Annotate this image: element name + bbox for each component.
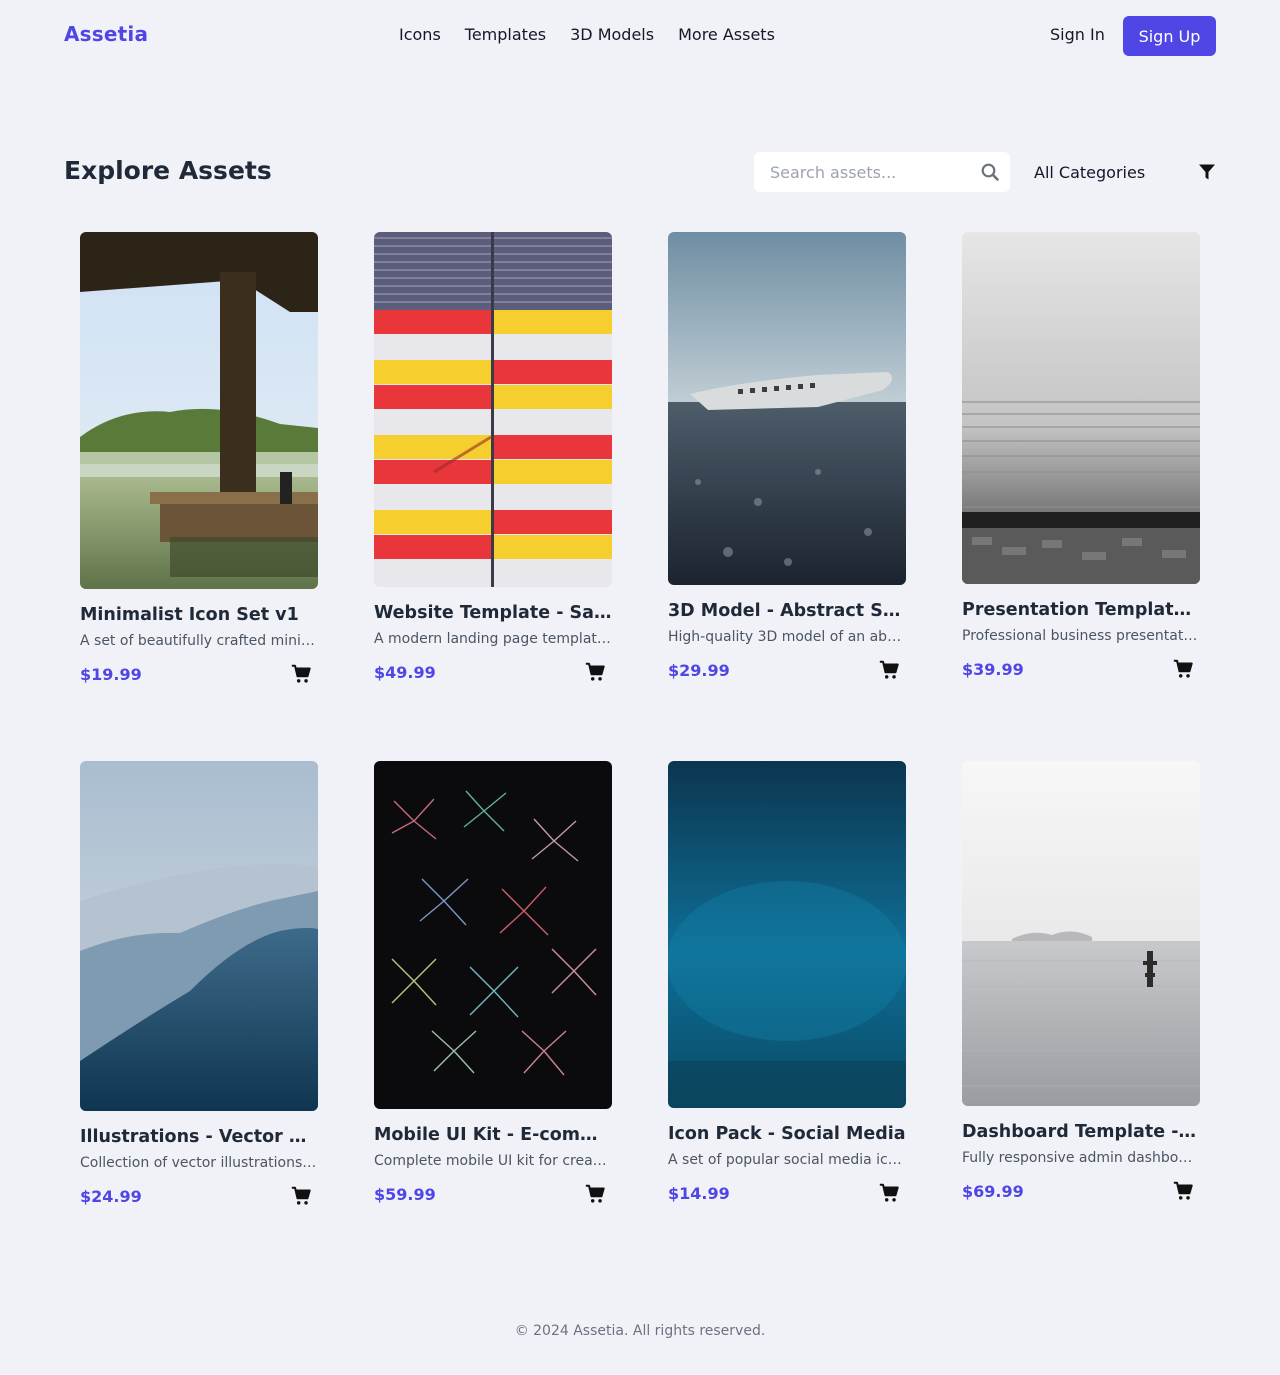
asset-image[interactable] [668,232,906,585]
asset-title[interactable]: Icon Pack - Social Media [668,1124,906,1144]
asset-image[interactable] [962,232,1200,584]
asset-title[interactable]: 3D Model - Abstract Sculpture [668,601,906,621]
asset-image[interactable] [374,232,612,587]
asset-price: $69.99 [962,1181,1024,1201]
sign-in-button[interactable]: Sign In [1050,25,1105,44]
asset-card[interactable]: Presentation Template - Business Profess… [962,232,1200,680]
cart-icon[interactable] [1172,1180,1194,1202]
footer-copyright: © 2024 Assetia. All rights reserved. [514,1323,766,1339]
asset-description: A set of popular social media icons [668,1152,906,1168]
nav-templates[interactable]: Templates [465,25,546,44]
cart-icon[interactable] [584,661,606,683]
asset-price: $49.99 [374,662,436,682]
asset-title[interactable]: Website Template - SaaS Landing [374,603,612,623]
filter-icon[interactable] [1198,163,1216,181]
search-icon[interactable] [980,162,1000,182]
asset-card[interactable]: 3D Model - Abstract Sculpture High-quali… [668,232,906,681]
logo[interactable]: Assetia [64,22,148,46]
site-header: Assetia Icons Templates 3D Models More A… [0,0,1280,72]
asset-title[interactable]: Dashboard Template - Admin [962,1122,1200,1142]
sign-up-button[interactable]: Sign Up [1123,16,1216,56]
asset-image[interactable] [962,761,1200,1106]
cart-icon[interactable] [878,1182,900,1204]
asset-description: High-quality 3D model of an abstract scu… [668,629,906,645]
nav-3d-models[interactable]: 3D Models [570,25,654,44]
asset-title[interactable]: Illustrations - Vector Pack [80,1127,318,1147]
cart-icon[interactable] [584,1183,606,1205]
asset-description: Complete mobile UI kit for creating e-co… [374,1153,612,1169]
asset-image[interactable] [374,761,612,1109]
search-box [754,152,1010,192]
asset-price: $24.99 [80,1186,142,1206]
asset-card[interactable]: Dashboard Template - Admin Fully respons… [962,761,1200,1202]
asset-title[interactable]: Presentation Template - Business [962,600,1200,620]
asset-description: A modern landing page template for SaaS … [374,631,612,647]
asset-image[interactable] [80,761,318,1111]
asset-card[interactable]: Website Template - SaaS Landing A modern… [374,232,612,683]
asset-description: Collection of vector illustrations for a… [80,1155,318,1171]
nav-icons[interactable]: Icons [399,25,441,44]
asset-card[interactable]: Minimalist Icon Set v1 A set of beautifu… [80,232,318,685]
cart-icon[interactable] [290,663,312,685]
category-select[interactable]: All Categories [1034,152,1216,192]
asset-title[interactable]: Mobile UI Kit - E-commerce [374,1125,612,1145]
asset-description: Professional business presentation templ… [962,628,1200,644]
asset-image[interactable] [80,232,318,589]
nav-more-assets[interactable]: More Assets [678,25,775,44]
search-input[interactable] [754,152,970,192]
asset-price: $39.99 [962,659,1024,679]
asset-price: $59.99 [374,1184,436,1204]
asset-card[interactable]: Icon Pack - Social Media A set of popula… [668,761,906,1204]
asset-price: $14.99 [668,1183,730,1203]
main-nav: Icons Templates 3D Models More Assets [399,25,775,44]
asset-image[interactable] [668,761,906,1108]
category-select-value: All Categories [1034,162,1146,182]
asset-description: Fully responsive admin dashboard templat… [962,1150,1200,1166]
cart-icon[interactable] [878,659,900,681]
asset-title[interactable]: Minimalist Icon Set v1 [80,605,318,625]
asset-card[interactable]: Illustrations - Vector Pack Collection o… [80,761,318,1207]
page-title: Explore Assets [64,156,272,185]
asset-price: $29.99 [668,660,730,680]
asset-price: $19.99 [80,664,142,684]
asset-card[interactable]: Mobile UI Kit - E-commerce Complete mobi… [374,761,612,1205]
asset-description: A set of beautifully crafted minimalist … [80,633,318,649]
cart-icon[interactable] [290,1185,312,1207]
cart-icon[interactable] [1172,658,1194,680]
